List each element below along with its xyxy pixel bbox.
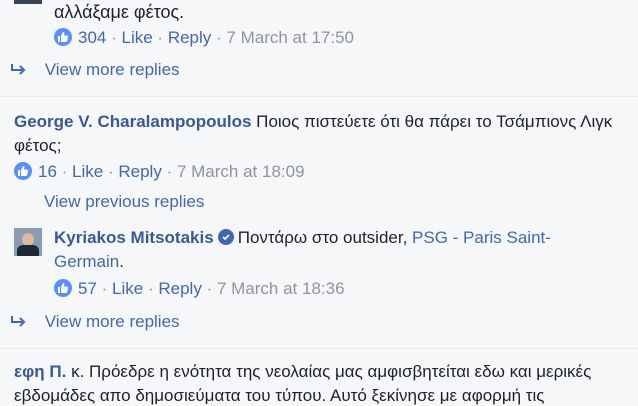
comment-text: κ. Πρόεδρε η ενότητα της νεολαίας μας αμ… <box>71 362 592 381</box>
page-link[interactable]: PSG - Paris Saint- <box>412 228 551 247</box>
comment-actions: 304 · Like · Reply · 7 March at 17:50 <box>54 28 354 48</box>
reply-button[interactable]: Reply <box>158 279 201 298</box>
timestamp[interactable]: 7 March at 18:09 <box>177 162 305 181</box>
comment-text: Ποιος πιστεύετε ότι θα πάρει το Τσάμπιον… <box>256 112 613 131</box>
comment-text-line2: φέτος; <box>14 136 62 155</box>
like-button[interactable]: Like <box>122 28 153 47</box>
like-count[interactable]: 304 <box>78 28 106 47</box>
timestamp[interactable]: 7 March at 18:36 <box>217 279 345 298</box>
like-button[interactable]: Like <box>72 162 103 181</box>
view-previous-replies-label[interactable]: View previous replies <box>44 192 204 211</box>
verified-badge-icon <box>217 229 234 245</box>
reply-button[interactable]: Reply <box>118 162 161 181</box>
like-thumb-icon <box>54 28 72 46</box>
comment-text: αλλάξαμε φέτος. <box>54 2 185 22</box>
comment: εφη Π. κ. Πρόεδρε η ενότητα της νεολαίας… <box>14 362 591 382</box>
reply-arrow-icon <box>10 61 28 81</box>
like-count[interactable]: 16 <box>38 162 57 181</box>
divider <box>0 96 638 97</box>
view-more-replies-label[interactable]: View more replies <box>45 60 180 79</box>
comment-author[interactable]: George V. Charalampopoulos <box>14 112 251 131</box>
reply-text-line2: Germain. <box>54 252 124 272</box>
reply-author[interactable]: Kyriakos Mitsotakis <box>54 228 214 247</box>
timestamp[interactable]: 7 March at 17:50 <box>226 28 354 47</box>
like-button[interactable]: Like <box>112 279 143 298</box>
reply-trailing: . <box>119 252 124 271</box>
avatar-previous-comment[interactable] <box>14 0 42 4</box>
view-previous-replies-link[interactable]: View previous replies <box>14 192 204 212</box>
comment-text-line2: εβδομάδες απο δημοσιεύματα του τύπου. Αυ… <box>14 386 545 405</box>
comment-author[interactable]: εφη Π. <box>14 362 66 381</box>
reply-text: Ποντάρω στο outsider, <box>237 228 408 247</box>
reply: Kyriakos Mitsotakis Ποντάρω στο outsider… <box>54 228 551 248</box>
like-thumb-icon <box>54 279 72 297</box>
view-more-replies-link[interactable]: View more replies <box>10 60 180 81</box>
reply-actions: 57 · Like · Reply · 7 March at 18:36 <box>54 279 345 299</box>
reply-button[interactable]: Reply <box>168 28 211 47</box>
avatar[interactable] <box>14 228 42 256</box>
divider <box>0 348 638 349</box>
reply-arrow-icon <box>10 313 28 333</box>
like-thumb-icon <box>14 162 32 180</box>
page-link-continued[interactable]: Germain <box>54 252 119 271</box>
view-more-replies-link[interactable]: View more replies <box>10 312 180 333</box>
comment-actions: 16 · Like · Reply · 7 March at 18:09 <box>14 162 305 182</box>
view-more-replies-label[interactable]: View more replies <box>45 312 180 331</box>
like-count[interactable]: 57 <box>78 279 97 298</box>
comment: George V. Charalampopoulos Ποιος πιστεύε… <box>14 112 612 132</box>
